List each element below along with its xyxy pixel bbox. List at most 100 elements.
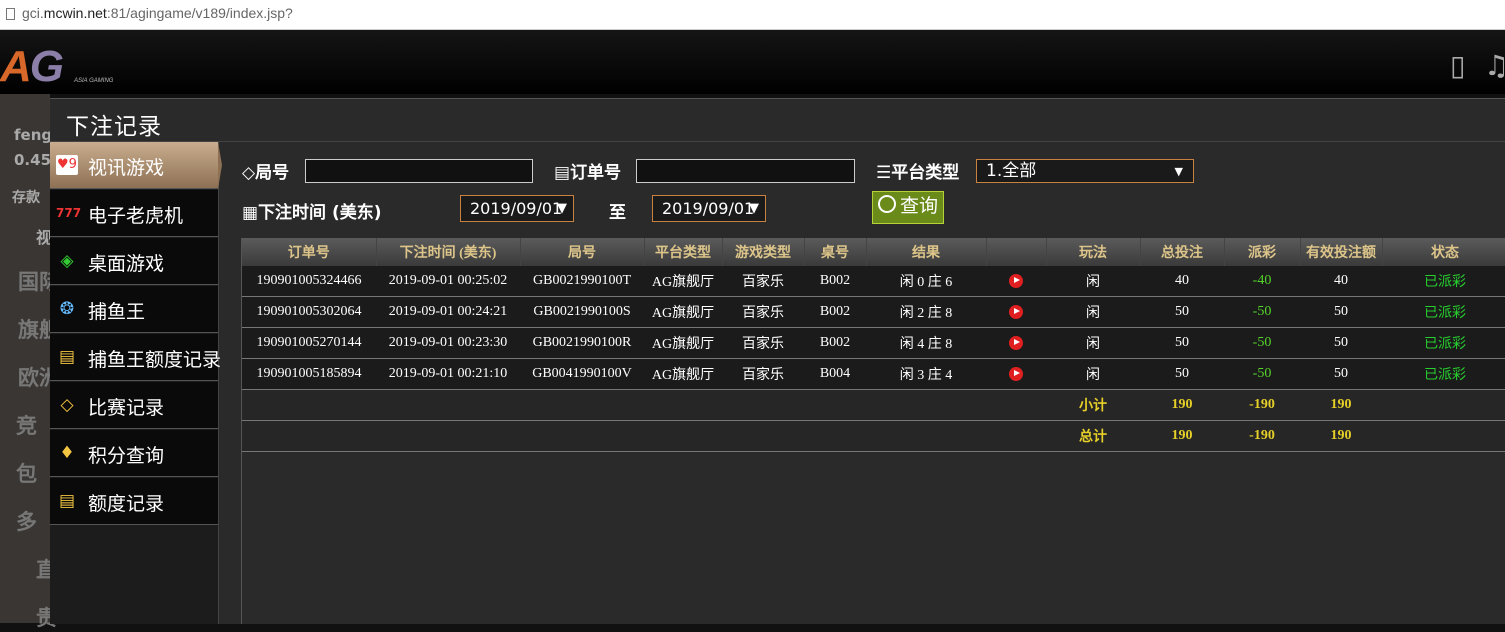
url-suffix: :81/agingame/v189/index.jsp? xyxy=(106,5,293,21)
chevron-down-icon: ▼ xyxy=(1174,165,1183,178)
payout-cell: -50 xyxy=(1224,296,1300,328)
menu-item-table-games[interactable]: ◈ 桌面游戏 xyxy=(50,238,218,285)
bg-item[interactable]: 多 xyxy=(16,506,37,536)
col-platform[interactable]: 平台类型 xyxy=(644,238,723,266)
menu-item-label: 比赛记录 xyxy=(88,397,165,419)
date-from-picker[interactable]: 2019/09/01 ▼ xyxy=(460,195,574,222)
background-left-panel: feng 0.45 存款 视 国际 旗舰 欧洲 竞 包 多 直 贵 xyxy=(0,94,60,630)
ag-logo[interactable]: AG ASIA GAMING xyxy=(0,36,130,91)
col-status[interactable]: 状态 xyxy=(1382,238,1505,266)
play-cell: 闲 xyxy=(1046,266,1140,297)
bet-cell: 50 xyxy=(1140,296,1224,328)
fish-icon: ❂ xyxy=(59,299,75,319)
time-cell: 2019-09-01 00:24:21 xyxy=(376,296,520,328)
date-to-picker[interactable]: 2019/09/01 ▼ xyxy=(652,195,766,222)
col-play-type[interactable]: 玩法 xyxy=(1046,238,1141,266)
order-cell: 190901005302064 xyxy=(242,296,376,328)
subtotal-valid: 190 xyxy=(1300,389,1382,421)
menu-item-label: 桌面游戏 xyxy=(88,253,165,275)
total-valid: 190 xyxy=(1300,420,1382,452)
valid-bet-cell: 40 xyxy=(1300,266,1382,297)
payout-cell: -50 xyxy=(1224,358,1300,390)
music-note-icon[interactable]: ♫ xyxy=(1484,52,1505,80)
col-order[interactable]: 订单号 xyxy=(242,238,377,266)
col-table-number[interactable]: 桌号 xyxy=(804,238,867,266)
date-from-value: 2019/09/01 xyxy=(470,199,563,218)
subtotal-label: 小计 xyxy=(1046,389,1140,421)
list-icon: ☰ xyxy=(876,163,892,183)
play-replay-icon[interactable] xyxy=(1009,366,1023,381)
platform-type-select[interactable]: 1.全部 ▼ xyxy=(976,159,1194,183)
col-replay xyxy=(986,238,1047,266)
play-cell: 闲 xyxy=(1046,358,1140,390)
subtotal-status xyxy=(1382,389,1505,421)
menu-item-slot-machines[interactable]: 777 电子老虎机 xyxy=(50,190,218,237)
total-label: 总计 xyxy=(1046,420,1140,452)
round-cell: GB0021990100S xyxy=(520,296,644,328)
clipboard-icon: ▤ xyxy=(554,163,571,183)
col-total-bet[interactable]: 总投注 xyxy=(1140,238,1225,266)
col-bet-time[interactable]: 下注时间 (美东) xyxy=(376,238,521,266)
title-divider xyxy=(50,141,1505,142)
table-cell: B002 xyxy=(804,266,866,297)
payout-cell: -50 xyxy=(1224,327,1300,359)
col-valid-bet[interactable]: 有效投注额 xyxy=(1300,238,1383,266)
result-cell: 闲 0 庄 6 xyxy=(866,266,986,297)
menu-item-points-query[interactable]: ♦ 积分查询 xyxy=(50,430,218,477)
col-result[interactable]: 结果 xyxy=(866,238,987,266)
menu-item-fishing-king[interactable]: ❂ 捕鱼王 xyxy=(50,286,218,333)
play-replay-icon[interactable] xyxy=(1009,273,1023,288)
menu-item-label: 捕鱼王额度记录 xyxy=(88,349,222,371)
logo-text: AG xyxy=(0,42,64,91)
url-prefix: gci. xyxy=(22,5,44,21)
to-label: 至 xyxy=(609,203,626,223)
time-cell: 2019-09-01 00:21:10 xyxy=(376,358,520,390)
subtotal-spacer xyxy=(242,389,1046,421)
table-row: 190901005324466 2019-09-01 00:25:02 GB00… xyxy=(242,266,1505,297)
bet-cell: 50 xyxy=(1140,358,1224,390)
col-game-type[interactable]: 游戏类型 xyxy=(722,238,805,266)
result-cell: 闲 3 庄 4 xyxy=(866,358,986,390)
col-payout[interactable]: 派彩 xyxy=(1224,238,1301,266)
table-header-row: 订单号 下注时间 (美东) 局号 平台类型 游戏类型 桌号 结果 玩法 总投注 … xyxy=(242,238,1505,266)
replay-cell xyxy=(986,266,1046,297)
play-replay-icon[interactable] xyxy=(1009,335,1023,350)
query-button[interactable]: 查询 xyxy=(872,191,944,224)
url-text[interactable]: gci.mcwin.net:81/agingame/v189/index.jsp… xyxy=(22,5,293,21)
bet-time-label: ▦下注时间 (美东) xyxy=(242,203,382,223)
browser-address-bar[interactable]: gci.mcwin.net:81/agingame/v189/index.jsp… xyxy=(0,0,1505,30)
document-icon: ▤ xyxy=(58,347,76,367)
total-row: 总计 190 -190 190 xyxy=(242,420,1505,452)
menu-item-credit-records[interactable]: ▤ 额度记录 xyxy=(50,478,218,525)
menu-item-fishing-credit-records[interactable]: ▤ 捕鱼王额度记录 xyxy=(50,334,222,381)
order-number-input[interactable] xyxy=(636,159,855,183)
bg-item[interactable]: 包 xyxy=(16,458,37,488)
round-number-input[interactable] xyxy=(305,159,533,183)
play-cell: 闲 xyxy=(1046,327,1140,359)
bet-records-table-container: 订单号 下注时间 (美东) 局号 平台类型 游戏类型 桌号 结果 玩法 总投注 … xyxy=(241,238,1505,624)
valid-bet-cell: 50 xyxy=(1300,327,1382,359)
username: feng xyxy=(14,126,53,144)
bg-item[interactable]: 竞 xyxy=(16,410,37,440)
menu-item-live-games[interactable]: ♥9 视讯游戏 xyxy=(50,142,222,189)
total-payout: -190 xyxy=(1224,420,1300,452)
table-cell: B002 xyxy=(804,296,866,328)
status-cell: 已派彩 xyxy=(1382,327,1505,359)
calendar-icon: ▦ xyxy=(242,203,259,223)
replay-cell xyxy=(986,296,1046,328)
bet-records-table: 订单号 下注时间 (美东) 局号 平台类型 游戏类型 桌号 结果 玩法 总投注 … xyxy=(242,238,1505,452)
time-cell: 2019-09-01 00:23:30 xyxy=(376,327,520,359)
mobile-phone-icon[interactable]: ▯ xyxy=(1450,52,1465,80)
play-replay-icon[interactable] xyxy=(1009,304,1023,319)
ticket-icon: ◇ xyxy=(60,395,74,415)
query-label: 查询 xyxy=(899,195,938,217)
bet-cell: 40 xyxy=(1140,266,1224,297)
slot-777-icon: 777 xyxy=(56,206,82,220)
menu-item-match-records[interactable]: ◇ 比赛记录 xyxy=(50,382,218,429)
status-cell: 已派彩 xyxy=(1382,358,1505,390)
table-row: 190901005185894 2019-09-01 00:21:10 GB00… xyxy=(242,358,1505,390)
playing-cards-icon: ♥9 xyxy=(56,155,78,175)
col-round[interactable]: 局号 xyxy=(520,238,645,266)
subtotal-payout: -190 xyxy=(1224,389,1300,421)
deposit-link[interactable]: 存款 xyxy=(12,187,40,207)
